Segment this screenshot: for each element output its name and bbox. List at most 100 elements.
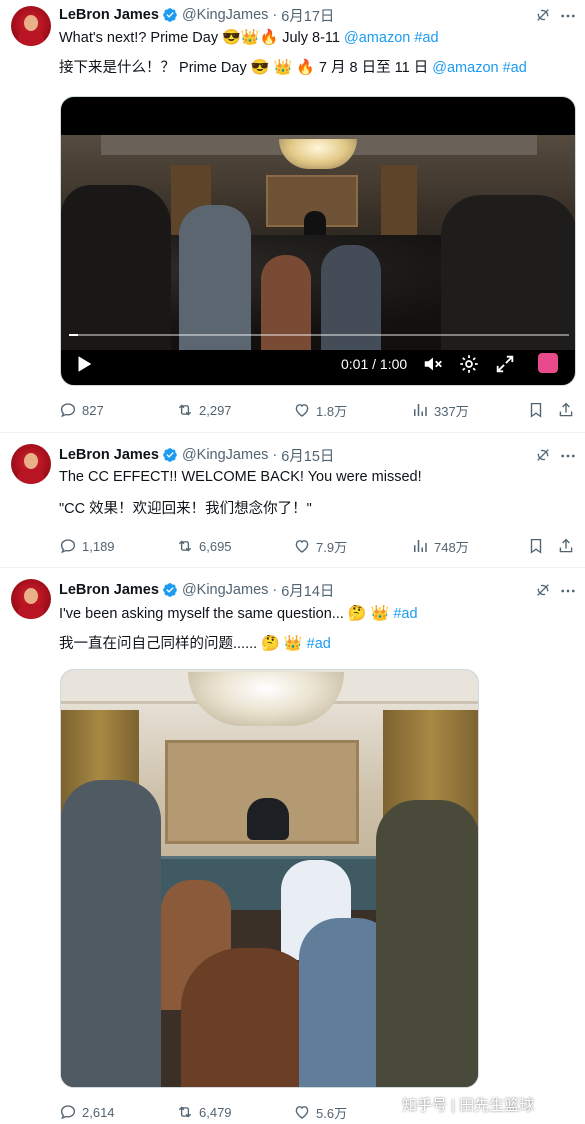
- tweet-header: LeBron James @KingJames · 6月14日: [59, 580, 334, 600]
- tweet-text-en: I've been asking myself the same questio…: [59, 604, 418, 622]
- grok-icon[interactable]: [535, 582, 551, 598]
- video-player[interactable]: 0:01 / 1:00: [60, 96, 576, 386]
- emoji-sunglasses-icon: 😎: [250, 59, 270, 76]
- tweet-image[interactable]: [60, 669, 479, 1088]
- fullscreen-icon[interactable]: [494, 353, 516, 375]
- tweet-actions: 1,189 6,695 7.9万 748万: [59, 536, 585, 556]
- emoji-fire-icon: 🔥: [296, 59, 315, 76]
- hashtag-link[interactable]: #ad: [414, 30, 438, 46]
- repost-icon: [178, 404, 192, 416]
- avatar[interactable]: [11, 579, 51, 619]
- video-timecode: 0:01 / 1:00: [341, 356, 408, 372]
- author-name[interactable]: LeBron James: [59, 447, 159, 463]
- hashtag-link[interactable]: #ad: [393, 606, 417, 622]
- translate-icon[interactable]: [538, 353, 558, 373]
- avatar[interactable]: [11, 444, 51, 484]
- text-segment: What's next!? Prime Day: [59, 30, 223, 46]
- view-count: 748万: [434, 539, 469, 555]
- text-segment: 7 月 8 日至 11 日: [314, 60, 433, 76]
- grok-icon[interactable]: [535, 447, 551, 463]
- author-handle[interactable]: @KingJames: [182, 447, 268, 463]
- play-icon[interactable]: [73, 353, 95, 375]
- video-progress-fill: [69, 334, 78, 336]
- tweet-date[interactable]: 6月17日: [281, 5, 334, 26]
- emoji-crown-icon: 👑: [283, 635, 303, 652]
- emoji-thinking-icon: 🤔: [347, 605, 367, 622]
- verified-badge-icon: [163, 448, 177, 462]
- video-progress-bar[interactable]: [69, 334, 569, 336]
- tweet-text-en: What's next!? Prime Day 😎👑🔥 July 8-11 @a…: [59, 28, 439, 46]
- more-options-icon[interactable]: [559, 582, 577, 600]
- more-options-icon[interactable]: [559, 7, 577, 25]
- scene-chandelier: [279, 139, 357, 169]
- separator-dot: ·: [272, 447, 278, 463]
- repost-count: 6,695: [199, 538, 232, 554]
- separator-dot: ·: [272, 7, 278, 23]
- scene-person: [61, 780, 161, 1087]
- views-button[interactable]: 748万: [411, 536, 469, 556]
- repost-icon: [178, 1106, 192, 1118]
- avatar[interactable]: [11, 6, 51, 46]
- tweet-header: LeBron James @KingJames · 6月15日: [59, 445, 334, 465]
- views-chart-icon: [414, 540, 427, 552]
- scene-person: [441, 195, 575, 350]
- grok-icon[interactable]: [535, 7, 551, 23]
- tweet-header: LeBron James @KingJames · 6月17日: [59, 5, 334, 25]
- hashtag-link[interactable]: #ad: [307, 636, 331, 652]
- like-count: 7.9万: [316, 539, 348, 555]
- author-name[interactable]: LeBron James: [59, 7, 159, 23]
- like-button[interactable]: 5.6万: [293, 1102, 347, 1122]
- author-handle[interactable]: @KingJames: [182, 7, 268, 23]
- tweet-text-zh: "CC 效果！欢迎回来！我们想念你了！": [59, 501, 312, 517]
- like-button[interactable]: 1.8万: [293, 400, 347, 420]
- like-count: 5.6万: [316, 1105, 348, 1121]
- emoji-thinking-icon: 🤔: [261, 635, 280, 652]
- more-options-icon[interactable]: [559, 447, 577, 465]
- reply-icon: [60, 539, 76, 554]
- reply-button[interactable]: 2,614: [59, 1102, 115, 1122]
- reply-count: 1,189: [82, 538, 115, 554]
- emoji-sunglasses-icon: 😎: [222, 29, 241, 46]
- tweet-text-zh: 接下来是什么！？ Prime Day 😎 👑 🔥 7 月 8 日至 11 日 @…: [59, 56, 527, 77]
- tweet-date[interactable]: 6月14日: [281, 580, 334, 601]
- reply-button[interactable]: 827: [59, 400, 104, 420]
- settings-gear-icon[interactable]: [458, 353, 480, 375]
- view-count: 337万: [434, 403, 469, 419]
- share-icon[interactable]: [557, 537, 575, 555]
- video-controls: 0:01 / 1:00: [61, 347, 575, 383]
- hashtag-link[interactable]: #ad: [503, 60, 527, 76]
- emoji-crown-icon: 👑: [240, 29, 260, 46]
- share-icon[interactable]: [557, 401, 575, 419]
- author-name[interactable]: LeBron James: [59, 582, 159, 598]
- tweet-2[interactable]: LeBron James @KingJames · 6月15日 The CC E…: [0, 432, 585, 567]
- views-button[interactable]: 337万: [411, 400, 469, 420]
- reply-count: 827: [82, 402, 104, 418]
- author-handle[interactable]: @KingJames: [182, 582, 268, 598]
- like-count: 1.8万: [316, 403, 348, 419]
- repost-button[interactable]: 2,297: [176, 400, 232, 420]
- mute-icon[interactable]: [422, 353, 444, 375]
- repost-button[interactable]: 6,695: [176, 536, 232, 556]
- reply-icon: [60, 1105, 76, 1120]
- scene-person: [179, 205, 251, 350]
- text-segment: 我一直在问自己同样的问题......: [59, 636, 262, 652]
- reply-button[interactable]: 1,189: [59, 536, 115, 556]
- repost-button[interactable]: 6,479: [176, 1102, 232, 1122]
- scene-person: [61, 185, 171, 350]
- mention-link[interactable]: @amazon: [432, 60, 498, 76]
- emoji-fire-icon: 🔥: [259, 29, 279, 46]
- tweet-text-zh: 我一直在问自己同样的问题...... 🤔 👑 #ad: [59, 632, 331, 653]
- tweet-text-en: The CC EFFECT!! WELCOME BACK! You were m…: [59, 469, 422, 485]
- bookmark-icon[interactable]: [527, 537, 545, 555]
- separator-dot: ·: [272, 582, 278, 598]
- tweet-date[interactable]: 6月15日: [281, 445, 334, 466]
- tweet-1[interactable]: LeBron James @KingJames · 6月17日 What's n…: [0, 0, 585, 432]
- verified-badge-icon: [163, 8, 177, 22]
- video-frame: [61, 135, 575, 350]
- scene-person: [376, 800, 478, 1087]
- bookmark-icon[interactable]: [527, 401, 545, 419]
- scene-speaker: [247, 798, 289, 840]
- like-button[interactable]: 7.9万: [293, 536, 347, 556]
- mention-link[interactable]: @amazon: [344, 30, 410, 46]
- repost-count: 2,297: [199, 402, 232, 418]
